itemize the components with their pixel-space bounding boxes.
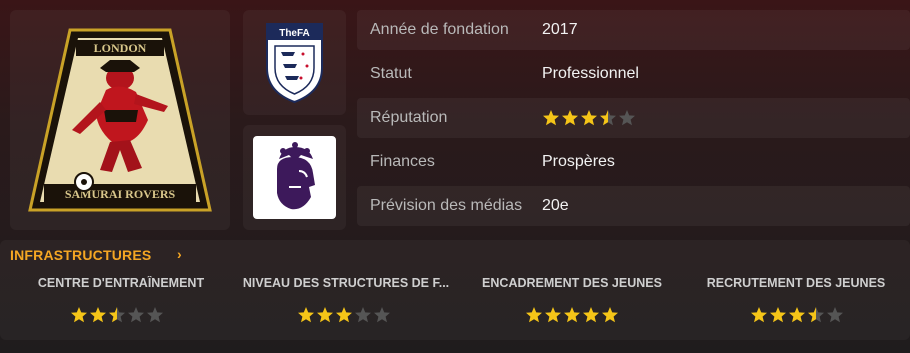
status-value: Professionnel [542, 65, 639, 82]
infra-label: ENCADREMENT DES JEUNES [482, 276, 662, 290]
infra-stars [525, 306, 620, 326]
infra-training-centre: CENTRE D'ENTRAÎNEMENT [7, 276, 235, 336]
star-icon [71, 307, 87, 323]
star-icon [827, 307, 843, 323]
star-icon [374, 307, 390, 323]
info-row-reputation: Réputation [357, 98, 910, 138]
star-icon [600, 110, 616, 126]
infra-stars [297, 306, 392, 326]
star-icon [109, 307, 125, 323]
infrastructures-link[interactable]: INFRASTRUCTURES [10, 247, 151, 263]
the-fa-text: TheFA [279, 28, 310, 39]
star-icon [770, 307, 786, 323]
founded-label: Année de fondation [370, 21, 509, 38]
infra-label: CENTRE D'ENTRAÎNEMENT [37, 276, 205, 290]
star-icon [789, 307, 805, 323]
star-icon [562, 110, 578, 126]
infra-youth-coaching: ENCADREMENT DES JEUNES [458, 276, 686, 336]
reputation-label: Réputation [370, 109, 448, 126]
star-icon [564, 307, 580, 323]
crest-top-text: LONDON [94, 41, 147, 55]
the-fa-logo: TheFA [266, 23, 323, 104]
infra-label: RECRUTEMENT DES JEUNES [706, 276, 886, 290]
info-row-founded: Année de fondation 2017 [357, 10, 910, 50]
star-icon [336, 307, 352, 323]
club-crest-logo: LONDON SAMURAI ROVERS [28, 28, 212, 212]
info-row-media-prediction: Prévision des médias 20e [357, 186, 910, 226]
media-prediction-label: Prévision des médias [370, 197, 523, 214]
infra-stars [70, 306, 165, 326]
star-icon [526, 307, 542, 323]
infra-stars [750, 306, 845, 326]
infra-structures-level: NIVEAU DES STRUCTURES DE F... [232, 276, 460, 336]
star-icon [545, 307, 561, 323]
star-icon [317, 307, 333, 323]
premier-league-logo [277, 142, 315, 210]
star-icon [147, 307, 163, 323]
media-prediction-value: 20e [542, 197, 569, 214]
star-icon [602, 307, 618, 323]
star-rating-graphic [71, 307, 163, 323]
star-rating-graphic [526, 307, 618, 323]
star-icon [581, 110, 597, 126]
star-icon [543, 110, 559, 126]
infra-youth-recruitment: RECRUTEMENT DES JEUNES [682, 276, 910, 336]
founded-value: 2017 [542, 21, 578, 38]
star-rating-graphic [543, 110, 635, 126]
star-icon [808, 307, 824, 323]
info-row-status: Statut Professionnel [357, 54, 910, 94]
star-icon [355, 307, 371, 323]
star-icon [128, 307, 144, 323]
club-info-table: Année de fondation 2017 Statut Professio… [357, 10, 910, 230]
infra-label: NIVEAU DES STRUCTURES DE F... [242, 276, 450, 290]
finances-label: Finances [370, 153, 435, 170]
star-icon [751, 307, 767, 323]
chevron-right-icon[interactable]: › [177, 246, 182, 262]
star-icon [90, 307, 106, 323]
star-rating-graphic [298, 307, 390, 323]
association-logo-panel: TheFA [243, 10, 346, 115]
league-logo-panel [243, 125, 346, 230]
finances-value: Prospères [542, 153, 615, 170]
infrastructures-panel: INFRASTRUCTURES › CENTRE D'ENTRAÎNEMENT … [0, 240, 910, 340]
club-crest-panel: LONDON SAMURAI ROVERS [10, 10, 230, 230]
star-icon [298, 307, 314, 323]
star-icon [583, 307, 599, 323]
star-rating-graphic [751, 307, 843, 323]
info-row-finances: Finances Prospères [357, 142, 910, 182]
reputation-stars [542, 109, 637, 132]
status-label: Statut [370, 65, 412, 82]
star-icon [619, 110, 635, 126]
